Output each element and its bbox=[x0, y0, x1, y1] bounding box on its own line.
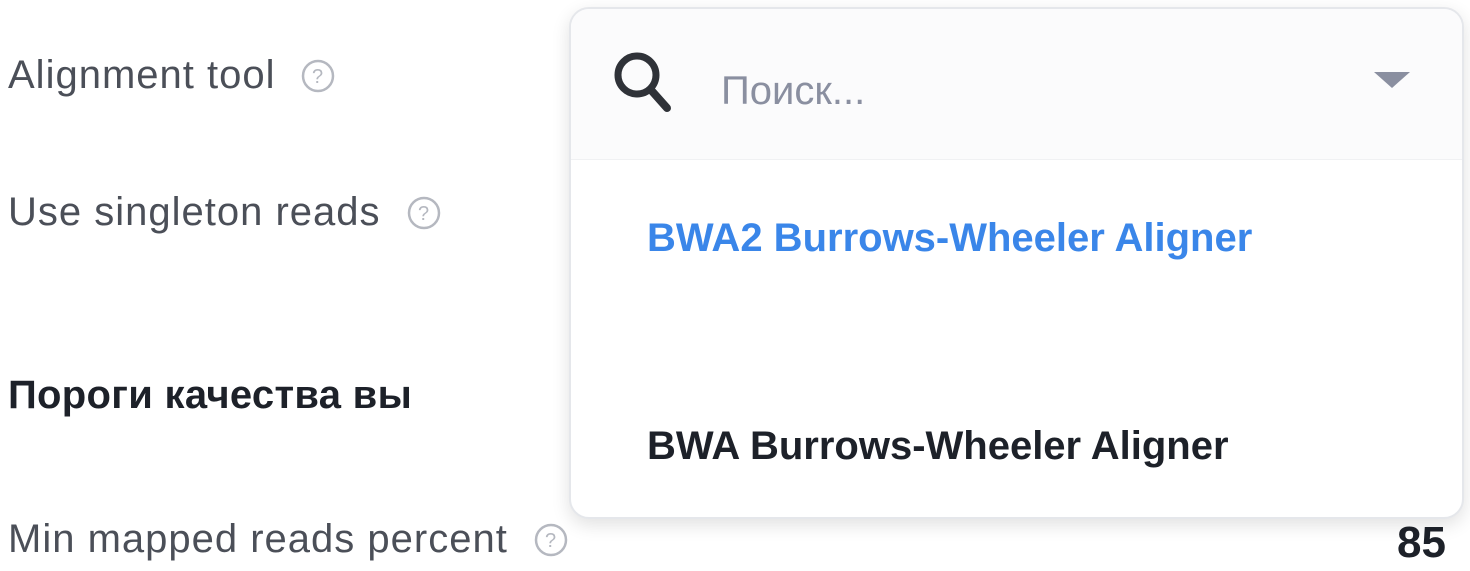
alignment-tool-label: Alignment tool bbox=[8, 53, 276, 97]
chevron-down-icon[interactable] bbox=[1374, 72, 1410, 88]
help-icon[interactable]: ? bbox=[534, 523, 568, 557]
dropdown-search-bar bbox=[571, 9, 1462, 160]
help-icon[interactable]: ? bbox=[407, 196, 441, 230]
singleton-reads-row: Use singleton reads ? bbox=[8, 190, 441, 235]
alignment-tool-dropdown: BWA2 Burrows-Wheeler Aligner BWA Burrows… bbox=[569, 7, 1464, 519]
search-input[interactable] bbox=[721, 61, 1321, 121]
min-mapped-reads-label: Min mapped reads percent bbox=[8, 517, 508, 561]
alignment-tool-row: Alignment tool ? bbox=[8, 53, 335, 98]
svg-text:?: ? bbox=[312, 66, 324, 88]
svg-text:?: ? bbox=[417, 203, 429, 225]
dropdown-option-bwa2[interactable]: BWA2 Burrows-Wheeler Aligner bbox=[647, 211, 1367, 265]
singleton-reads-label: Use singleton reads bbox=[8, 190, 381, 234]
search-icon bbox=[611, 49, 675, 117]
min-mapped-reads-row: Min mapped reads percent ? bbox=[8, 517, 568, 562]
help-icon[interactable]: ? bbox=[301, 59, 335, 93]
min-mapped-reads-value: 85 bbox=[1397, 518, 1446, 567]
section-title: Пороги качества вы bbox=[8, 373, 413, 417]
svg-text:?: ? bbox=[545, 530, 557, 552]
dropdown-option-bwa[interactable]: BWA Burrows-Wheeler Aligner bbox=[647, 419, 1367, 473]
